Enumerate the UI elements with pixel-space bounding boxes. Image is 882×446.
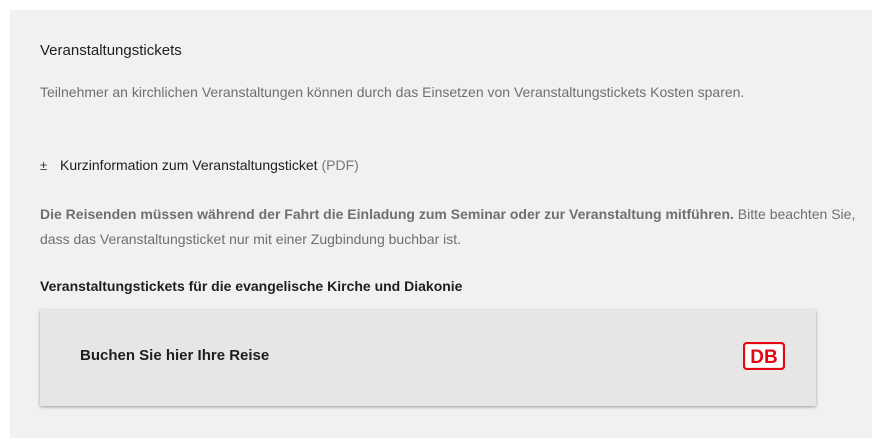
download-icon: ±	[40, 158, 48, 173]
db-logo-text: DB	[750, 347, 777, 368]
content-panel: Veranstaltungstickets Teilnehmer an kirc…	[10, 10, 872, 438]
db-logo-icon: DB	[743, 342, 785, 370]
download-format: (PDF)	[321, 157, 359, 173]
download-link[interactable]: ± Kurzinformation zum Veranstaltungsticke…	[40, 157, 359, 173]
section-title: Veranstaltungstickets	[40, 42, 182, 59]
travel-note-bold: Die Reisenden müssen während der Fahrt d…	[40, 206, 734, 222]
church-subheading: Veranstaltungstickets für die evangelisc…	[40, 278, 463, 294]
intro-text: Teilnehmer an kirchlichen Veranstaltunge…	[40, 84, 745, 100]
download-label[interactable]: Kurzinformation zum Veranstaltungsticket	[60, 157, 318, 173]
travel-note: Die Reisenden müssen während der Fahrt d…	[40, 202, 860, 252]
book-trip-button[interactable]: Buchen Sie hier Ihre Reise DB	[40, 310, 816, 406]
book-trip-label[interactable]: Buchen Sie hier Ihre Reise	[80, 347, 269, 364]
